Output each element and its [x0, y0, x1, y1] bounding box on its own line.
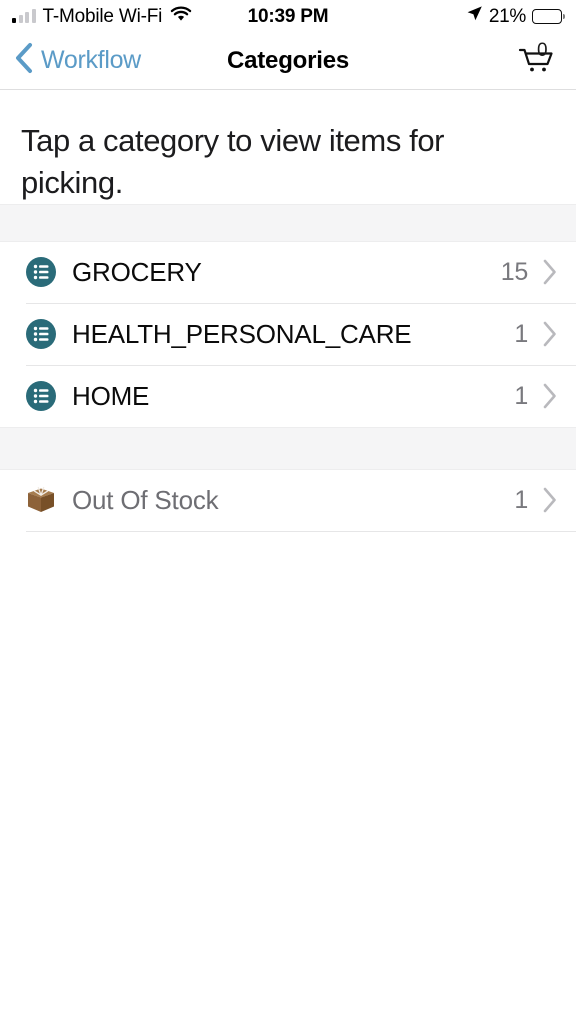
list-item-label: HEALTH_PERSONAL_CARE: [72, 318, 412, 349]
navigation-bar: Workflow Categories 0: [0, 32, 576, 90]
battery-percent-label: 21%: [488, 5, 526, 27]
carrier-label: T-Mobile Wi-Fi: [42, 5, 163, 27]
chevron-right-icon: [542, 382, 558, 410]
location-arrow-icon: [466, 5, 483, 27]
list-item-label: HOME: [72, 380, 150, 411]
status-bar-left: T-Mobile Wi-Fi: [12, 6, 192, 27]
list-item-label: GROCERY: [72, 256, 202, 287]
chevron-right-icon: [542, 486, 558, 514]
chevron-left-icon: [14, 42, 34, 79]
cart-count-badge: 0: [537, 39, 548, 61]
status-bar: T-Mobile Wi-Fi 10:39 PM 21%: [0, 0, 576, 32]
status-bar-right: 21%: [466, 5, 565, 27]
list-item-count: 1: [514, 319, 528, 348]
box-icon: [24, 483, 58, 517]
list-item-count: 1: [514, 381, 528, 410]
category-list: GROCERY 15 HEALTH_PERSONAL_CARE 1 HOME 1: [0, 241, 576, 427]
wifi-icon: [170, 6, 192, 27]
list-item-label: Out Of Stock: [72, 484, 219, 515]
list-separator: [26, 530, 576, 532]
instruction-text: Tap a category to view items for picking…: [21, 123, 445, 200]
back-button[interactable]: Workflow: [14, 42, 141, 79]
chevron-right-icon: [542, 320, 558, 348]
list-item[interactable]: Out Of Stock 1: [0, 469, 576, 531]
list-item[interactable]: HOME 1: [0, 365, 576, 427]
list-circle-icon: [24, 379, 58, 413]
shopping-cart-button[interactable]: 0: [514, 39, 558, 83]
list-item-count: 15: [500, 257, 529, 286]
list-item-count: 1: [514, 485, 528, 514]
special-list: Out Of Stock 1: [0, 469, 576, 532]
chevron-right-icon: [542, 258, 558, 286]
list-circle-icon: [24, 317, 58, 351]
shopping-cart-icon: [516, 41, 556, 80]
section-separator-top: [0, 203, 576, 242]
list-item[interactable]: HEALTH_PERSONAL_CARE 1: [0, 303, 576, 365]
battery-icon: [532, 8, 565, 24]
list-item[interactable]: GROCERY 15: [0, 241, 576, 303]
section-separator-middle: [0, 426, 576, 470]
list-circle-icon: [24, 255, 58, 289]
cellular-signal-icon: [12, 9, 36, 23]
back-button-label: Workflow: [41, 46, 141, 74]
